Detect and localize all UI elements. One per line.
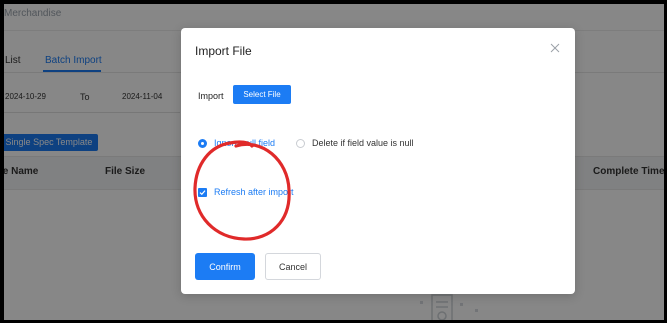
select-file-button[interactable]: Select File	[233, 85, 291, 104]
confirm-button[interactable]: Confirm	[195, 253, 255, 280]
refresh-after-import-checkbox[interactable]: Refresh after import	[198, 185, 294, 199]
screen: Merchandise List Batch Import 2024-10-29…	[0, 0, 667, 323]
radio-label: Delete if field value is null	[312, 138, 414, 148]
radio-delete-if-null[interactable]: Delete if field value is null	[296, 136, 414, 150]
close-icon[interactable]	[549, 42, 561, 54]
import-file-dialog: Import File Import Select File Ignore nu…	[181, 28, 575, 294]
frame-border	[0, 0, 4, 323]
checkbox-label: Refresh after import	[214, 187, 294, 197]
radio-unchecked-icon	[296, 138, 305, 148]
import-label: Import	[198, 91, 224, 101]
frame-border	[0, 0, 667, 4]
radio-label: Ignore null field	[214, 138, 276, 148]
dialog-title: Import File	[195, 44, 252, 58]
checkmark-icon	[199, 189, 206, 195]
checkbox-checked-icon	[198, 187, 207, 197]
radio-ignore-null-field[interactable]: Ignore null field	[198, 136, 275, 150]
radio-checked-icon	[198, 138, 207, 148]
cancel-button[interactable]: Cancel	[265, 253, 321, 280]
